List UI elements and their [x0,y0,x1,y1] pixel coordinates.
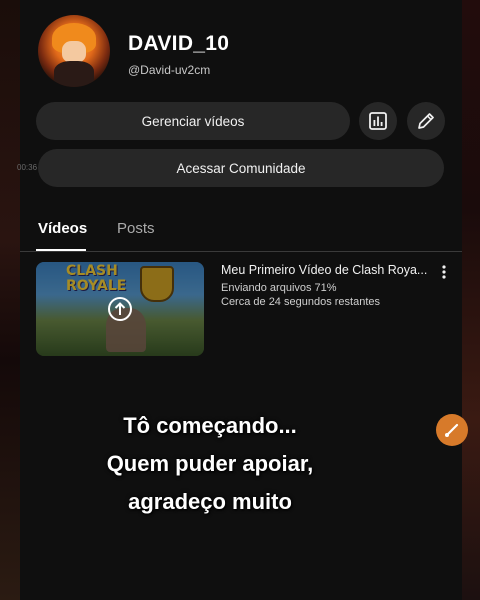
avatar-face [62,41,86,63]
tab-posts[interactable]: Posts [117,220,155,237]
tab-videos[interactable]: Vídeos [38,220,87,237]
channel-name: DAVID_10 [128,32,230,55]
frame-edge-right [462,0,480,600]
manage-videos-button[interactable]: Gerenciar vídeos [36,102,350,140]
community-button[interactable]: Acessar Comunidade [38,149,444,187]
analytics-icon [369,112,387,130]
caption-line-3: agradeço muito [128,489,292,514]
upload-status: Enviando arquivos 71% [221,282,337,294]
upload-arrow-icon [108,297,132,321]
caption-line-1: Tô começando... [123,413,297,438]
brush-floating-button[interactable] [436,414,468,446]
community-label: Acessar Comunidade [176,160,306,176]
recording-time: 00:36 [17,163,38,172]
edit-pencil-icon [418,113,434,129]
channel-avatar[interactable] [38,15,110,87]
edit-channel-button[interactable] [407,102,445,140]
tabs-divider [20,251,462,252]
brush-icon [445,423,459,437]
more-vertical-icon[interactable] [440,264,448,280]
channel-handle: @David-uv2cm [128,63,211,77]
analytics-button[interactable] [359,102,397,140]
video-title[interactable]: Meu Primeiro Vídeo de Clash Roya... [221,263,431,277]
avatar-body [54,61,94,87]
upload-time-remaining: Cerca de 24 segundos restantes [221,296,380,308]
caption-line-2: Quem puder apoiar, [106,451,314,476]
manage-videos-label: Gerenciar vídeos [141,113,245,129]
